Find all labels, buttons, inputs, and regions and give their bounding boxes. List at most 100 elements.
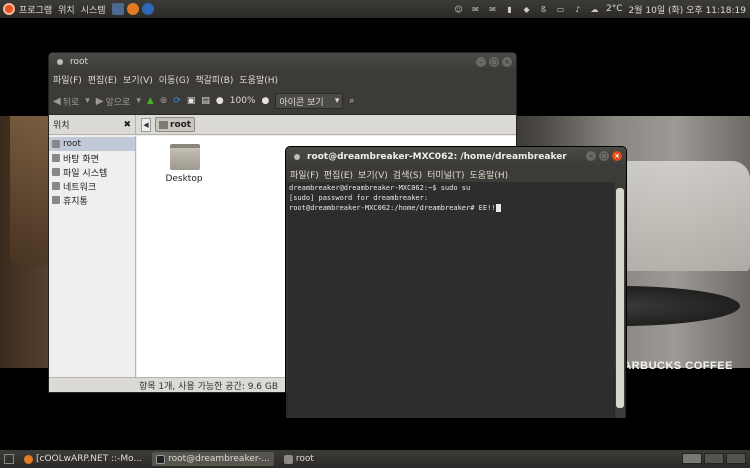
terminal-title: root@dreambreaker-MXC062: /home/dreambre… <box>307 151 567 162</box>
menu-search[interactable]: 검색(S) <box>393 168 422 181</box>
scrollbar-thumb[interactable] <box>616 188 624 408</box>
terminal-console[interactable]: dreambreaker@dreambreaker-MXC062:~$ sudo… <box>288 182 614 418</box>
folder-label[interactable]: Desktop <box>159 174 209 184</box>
mail-icon[interactable]: ✉ <box>487 4 498 15</box>
terminal-line: [sudo] password for dreambreaker: <box>289 194 429 202</box>
sidebar-selector[interactable]: 위치 ✖ <box>49 114 136 135</box>
window-menu-icon[interactable] <box>57 59 63 65</box>
trash-applet-icon[interactable] <box>726 453 746 464</box>
workspace-switcher <box>682 453 746 464</box>
folder-icon <box>283 454 293 464</box>
home-icon <box>52 140 60 148</box>
file-launcher-icon[interactable] <box>111 3 124 15</box>
workspace-2[interactable] <box>704 453 724 464</box>
menu-edit[interactable]: 편집(E) <box>324 168 353 181</box>
forward-button[interactable]: ▶ 앞으로 <box>96 95 131 108</box>
dropbox-icon[interactable]: ◆ <box>521 4 532 15</box>
drive-icon <box>52 168 60 176</box>
firefox-icon <box>24 454 33 464</box>
sidebar-item-label: 파일 시스템 <box>63 168 108 179</box>
temperature[interactable]: 2°C <box>606 4 623 14</box>
menu-file[interactable]: 파일(F) <box>53 73 82 86</box>
sidebar-item-label: 휴지통 <box>63 196 88 207</box>
forward-label: 앞으로 <box>105 97 131 108</box>
taskbar-item-root[interactable]: root <box>280 452 318 466</box>
workspace-1[interactable] <box>682 453 702 464</box>
weather-icon[interactable]: ☁ <box>589 4 600 15</box>
file-manager-titlebar[interactable]: root – □ × <box>49 53 516 71</box>
menu-view[interactable]: 보기(V) <box>358 168 388 181</box>
menu-help[interactable]: 도움말(H) <box>239 73 278 86</box>
breadcrumb-left-icon[interactable]: ◀ <box>141 117 151 132</box>
zoom-in-icon[interactable]: ● <box>262 96 270 106</box>
text-cursor <box>495 204 501 212</box>
wallpaper-brand: STARBUCKS COFFEE <box>609 360 733 372</box>
sidebar-item-network[interactable]: 네트워크 <box>49 179 135 193</box>
taskbar-item-terminal[interactable]: root@dreambreaker-... <box>152 452 274 466</box>
volume-icon[interactable]: ♪ <box>572 4 583 15</box>
window-menu-icon[interactable] <box>294 153 300 160</box>
firefox-icon[interactable] <box>126 3 139 15</box>
file-manager-menubar: 파일(F) 편집(E) 보기(V) 이동(G) 책갈피(B) 도움말(H) <box>49 71 516 88</box>
sidebar-close-icon[interactable]: ✖ <box>123 120 131 130</box>
network-icon[interactable] <box>141 3 154 15</box>
user-icon[interactable]: ☺ <box>453 4 464 15</box>
desktop-icon <box>52 154 60 162</box>
up-arrow-icon[interactable]: ▲ <box>147 96 154 106</box>
stop-icon[interactable]: ⊗ <box>160 96 168 106</box>
back-history-icon[interactable]: ▾ <box>85 96 90 106</box>
chat-icon[interactable]: ✉ <box>470 4 481 15</box>
menu-terminal[interactable]: 터미널(T) <box>427 168 464 181</box>
clock[interactable]: 2월 10일 (화) 오후 11:18:19 <box>629 3 746 16</box>
view-mode-select[interactable]: 아이콘 보기 ▾ <box>275 93 344 109</box>
forward-history-icon[interactable]: ▾ <box>136 96 141 106</box>
menu-system[interactable]: 시스템 <box>81 3 106 16</box>
terminal-menubar: 파일(F) 편집(E) 보기(V) 검색(S) 터미널(T) 도움말(H) <box>286 166 626 182</box>
signal-icon[interactable]: ▮ <box>504 4 515 15</box>
menu-help[interactable]: 도움말(H) <box>469 168 508 181</box>
breadcrumb[interactable]: root <box>155 117 196 132</box>
taskbar-item-browser[interactable]: [cOOLwARP.NET ::-Mo... <box>20 452 146 466</box>
menu-edit[interactable]: 편집(E) <box>88 73 117 86</box>
back-button[interactable]: ◀ 뒤로 <box>53 95 79 108</box>
minimize-icon[interactable]: – <box>586 151 596 161</box>
zoom-out-icon[interactable]: ● <box>216 96 224 106</box>
sidebar-item-filesystem[interactable]: 파일 시스템 <box>49 165 135 179</box>
system-tray: ☺ ✉ ✉ ▮ ◆ ß ▭ ♪ ☁ 2°C 2월 10일 (화) 오후 11:1… <box>453 0 746 18</box>
bluetooth-icon[interactable]: ß <box>538 4 549 15</box>
close-icon[interactable]: × <box>502 57 512 67</box>
battery-icon[interactable]: ▭ <box>555 4 566 15</box>
search-icon[interactable]: ⌕ <box>349 96 354 106</box>
close-icon[interactable]: × <box>612 151 622 161</box>
window-controls: – □ × <box>583 151 622 161</box>
terminal-scrollbar[interactable] <box>615 182 625 418</box>
back-label: 뒤로 <box>62 97 80 108</box>
folder-icon[interactable] <box>170 144 200 170</box>
maximize-icon[interactable]: □ <box>489 57 499 67</box>
sidebar-selector-label: 위치 <box>53 121 70 131</box>
minimize-icon[interactable]: – <box>476 57 486 67</box>
terminal-titlebar[interactable]: root@dreambreaker-MXC062: /home/dreambre… <box>286 147 626 166</box>
task-label: root@dreambreaker-... <box>168 454 270 464</box>
forward-arrow-icon: ▶ <box>95 95 104 107</box>
menu-file[interactable]: 파일(F) <box>290 168 319 181</box>
network-icon <box>52 182 60 190</box>
sidebar-item-trash[interactable]: 휴지통 <box>49 193 135 207</box>
computer-icon[interactable]: ▤ <box>201 96 210 106</box>
show-desktop-icon[interactable] <box>4 454 14 464</box>
sidebar-item-root[interactable]: root <box>49 137 135 151</box>
menu-places[interactable]: 위치 <box>58 3 75 16</box>
menu-bookmarks[interactable]: 책갈피(B) <box>195 73 233 86</box>
menu-view[interactable]: 보기(V) <box>123 73 153 86</box>
menu-go[interactable]: 이동(G) <box>159 73 190 86</box>
zoom-level: 100% <box>229 96 256 106</box>
home-folder-icon[interactable]: ▣ <box>187 96 196 106</box>
terminal-icon <box>156 454 166 464</box>
breadcrumb-label: root <box>170 119 192 130</box>
reload-icon[interactable]: ⟳ <box>173 96 181 106</box>
desktop-screen: STARBUCKS COFFEE 프로그램 위치 시스템 ☺ ✉ ✉ ▮ ◆ ß… <box>0 0 750 468</box>
menu-applications[interactable]: 프로그램 <box>19 3 52 16</box>
ubuntu-logo-icon[interactable] <box>3 3 15 15</box>
sidebar-item-desktop[interactable]: 바탕 화면 <box>49 151 135 165</box>
maximize-icon[interactable]: □ <box>599 151 609 161</box>
